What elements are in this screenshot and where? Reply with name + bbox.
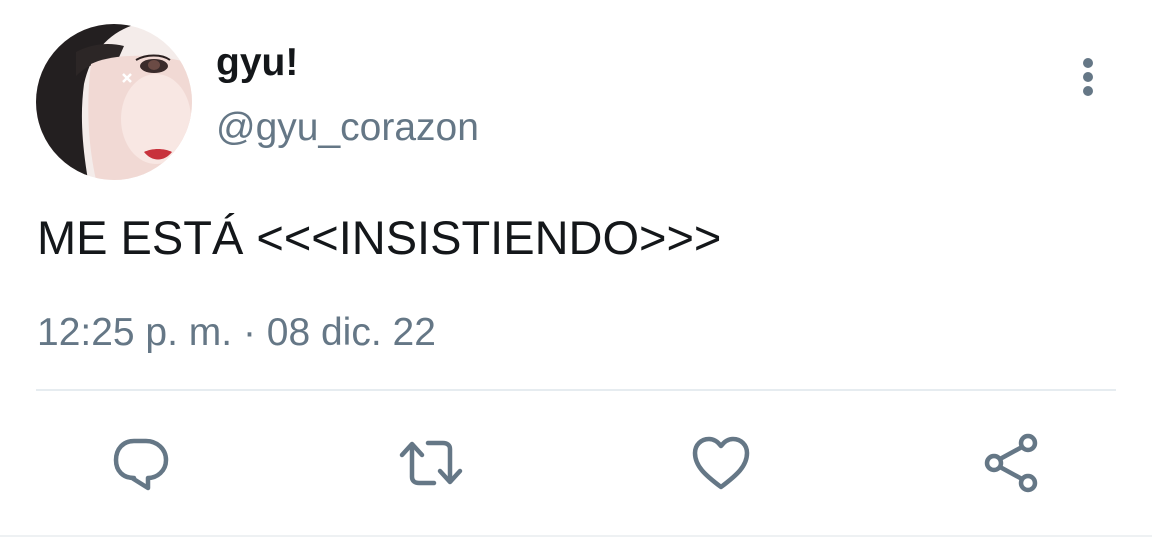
like-button[interactable] [688, 430, 754, 496]
share-icon [984, 433, 1038, 493]
retweet-icon [399, 440, 463, 486]
retweet-button[interactable] [398, 430, 464, 496]
more-vertical-icon [1083, 58, 1093, 96]
reply-icon [113, 438, 169, 491]
tweet-timestamp[interactable]: 12:25 p. m. · 08 dic. 22 [37, 310, 436, 356]
reply-button[interactable] [107, 430, 173, 496]
avatar[interactable] [36, 24, 192, 180]
share-button[interactable] [978, 430, 1044, 496]
heart-icon [692, 436, 750, 490]
bottom-divider [0, 535, 1152, 537]
avatar-photo [36, 24, 192, 180]
tweet-text: ME ESTÁ <<<INSISTIENDO>>> [37, 211, 722, 264]
divider [36, 389, 1116, 391]
display-name[interactable]: gyu! [216, 40, 298, 86]
more-options-button[interactable] [1068, 52, 1108, 100]
user-handle[interactable]: @gyu_corazon [216, 105, 479, 151]
tweet-card: gyu! @gyu_corazon ME ESTÁ <<<INSISTIENDO… [0, 0, 1152, 555]
